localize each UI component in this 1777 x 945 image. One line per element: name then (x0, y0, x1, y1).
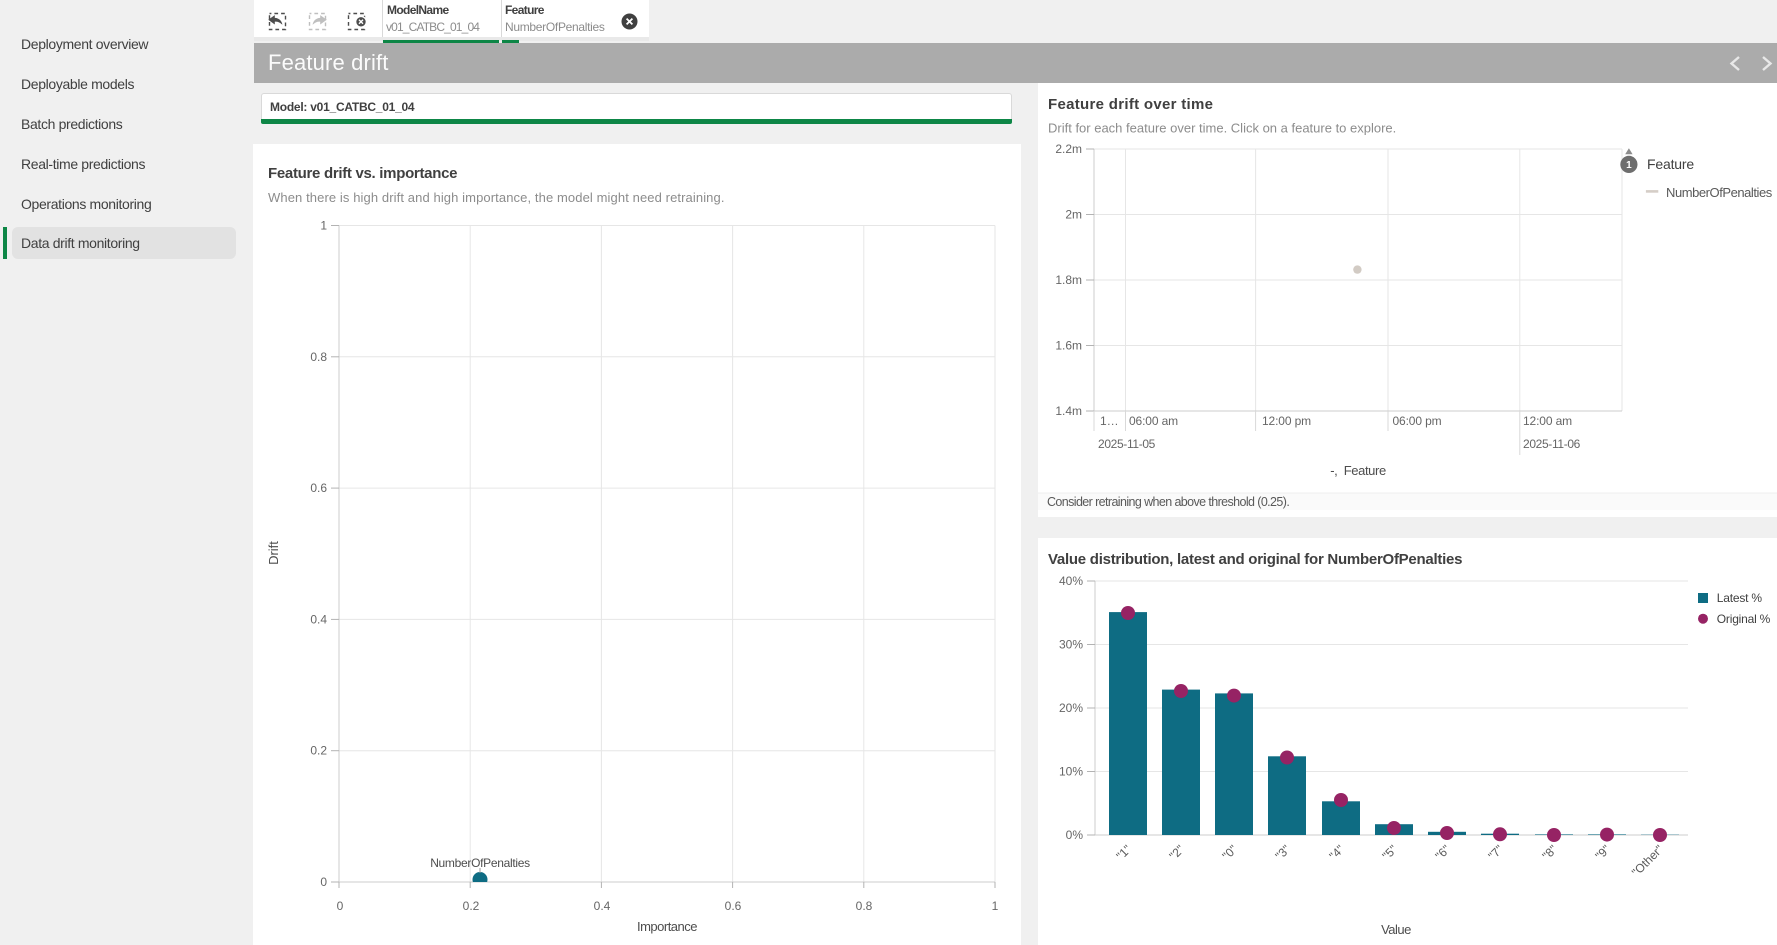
svg-text:Drift: Drift (266, 541, 281, 565)
svg-text:1.4m: 1.4m (1055, 404, 1082, 418)
svg-text:Value: Value (1381, 922, 1411, 937)
svg-text:06:00 am: 06:00 am (1129, 414, 1178, 428)
svg-text:2025-11-06: 2025-11-06 (1523, 437, 1581, 451)
svg-text:20%: 20% (1059, 701, 1083, 715)
svg-text:1…: 1… (1100, 414, 1119, 428)
svg-text:Value distribution, latest and: Value distribution, latest and original … (1048, 551, 1462, 568)
svg-text:Drift for each feature over ti: Drift for each feature over time. Click … (1048, 121, 1396, 136)
svg-text:"3": "3" (1272, 842, 1293, 863)
svg-text:0: 0 (337, 899, 344, 913)
svg-text:0%: 0% (1066, 828, 1084, 842)
svg-text:0.4: 0.4 (310, 612, 327, 626)
svg-text:Latest %: Latest % (1717, 591, 1763, 605)
svg-text:12:00 pm: 12:00 pm (1262, 414, 1311, 428)
svg-text:12:00 am: 12:00 am (1523, 414, 1572, 428)
svg-text:"8": "8" (1539, 842, 1560, 863)
svg-text:1.6m: 1.6m (1055, 339, 1082, 353)
svg-text:Consider retraining when above: Consider retraining when above threshold… (1047, 495, 1289, 509)
svg-text:2025-11-05: 2025-11-05 (1098, 437, 1156, 451)
svg-text:"0": "0" (1219, 842, 1240, 863)
svg-text:1: 1 (992, 899, 999, 913)
svg-text:Original %: Original % (1717, 612, 1771, 626)
svg-text:2.2m: 2.2m (1055, 142, 1082, 156)
svg-text:0: 0 (320, 875, 327, 889)
svg-text:"9": "9" (1592, 842, 1613, 863)
svg-text:0.2: 0.2 (463, 899, 480, 913)
svg-text:0.2: 0.2 (310, 744, 327, 758)
svg-text:"7": "7" (1485, 842, 1506, 863)
svg-text:"2": "2" (1166, 842, 1187, 863)
svg-text:0.8: 0.8 (310, 350, 327, 364)
svg-text:NumberOfPenalties: NumberOfPenalties (1666, 185, 1773, 200)
svg-text:"6": "6" (1432, 842, 1453, 863)
svg-text:Feature drift vs. importance: Feature drift vs. importance (268, 165, 457, 182)
svg-text:0.6: 0.6 (310, 481, 327, 495)
svg-text:0.4: 0.4 (594, 899, 611, 913)
svg-text:1: 1 (1626, 160, 1632, 171)
svg-text:1.8m: 1.8m (1055, 273, 1082, 287)
svg-text:"4": "4" (1326, 842, 1347, 863)
svg-text:10%: 10% (1059, 765, 1083, 779)
svg-text:NumberOfPenalties: NumberOfPenalties (430, 856, 530, 870)
svg-text:0.8: 0.8 (856, 899, 873, 913)
svg-text:-, Feature: -, Feature (1330, 463, 1386, 478)
svg-text:Feature: Feature (1647, 156, 1694, 172)
svg-text:When there is high drift and h: When there is high drift and high import… (268, 190, 725, 205)
svg-text:"5": "5" (1379, 842, 1400, 863)
svg-text:0.6: 0.6 (725, 899, 742, 913)
svg-text:1: 1 (320, 219, 327, 233)
svg-text:Importance: Importance (637, 919, 697, 934)
svg-text:40%: 40% (1059, 574, 1083, 588)
svg-text:"Other": "Other" (1629, 842, 1666, 879)
svg-text:06:00 pm: 06:00 pm (1393, 414, 1442, 428)
svg-text:Feature drift over time: Feature drift over time (1048, 96, 1213, 113)
svg-text:2m: 2m (1065, 208, 1082, 222)
svg-text:30%: 30% (1059, 638, 1083, 652)
svg-text:"1": "1" (1113, 842, 1134, 863)
